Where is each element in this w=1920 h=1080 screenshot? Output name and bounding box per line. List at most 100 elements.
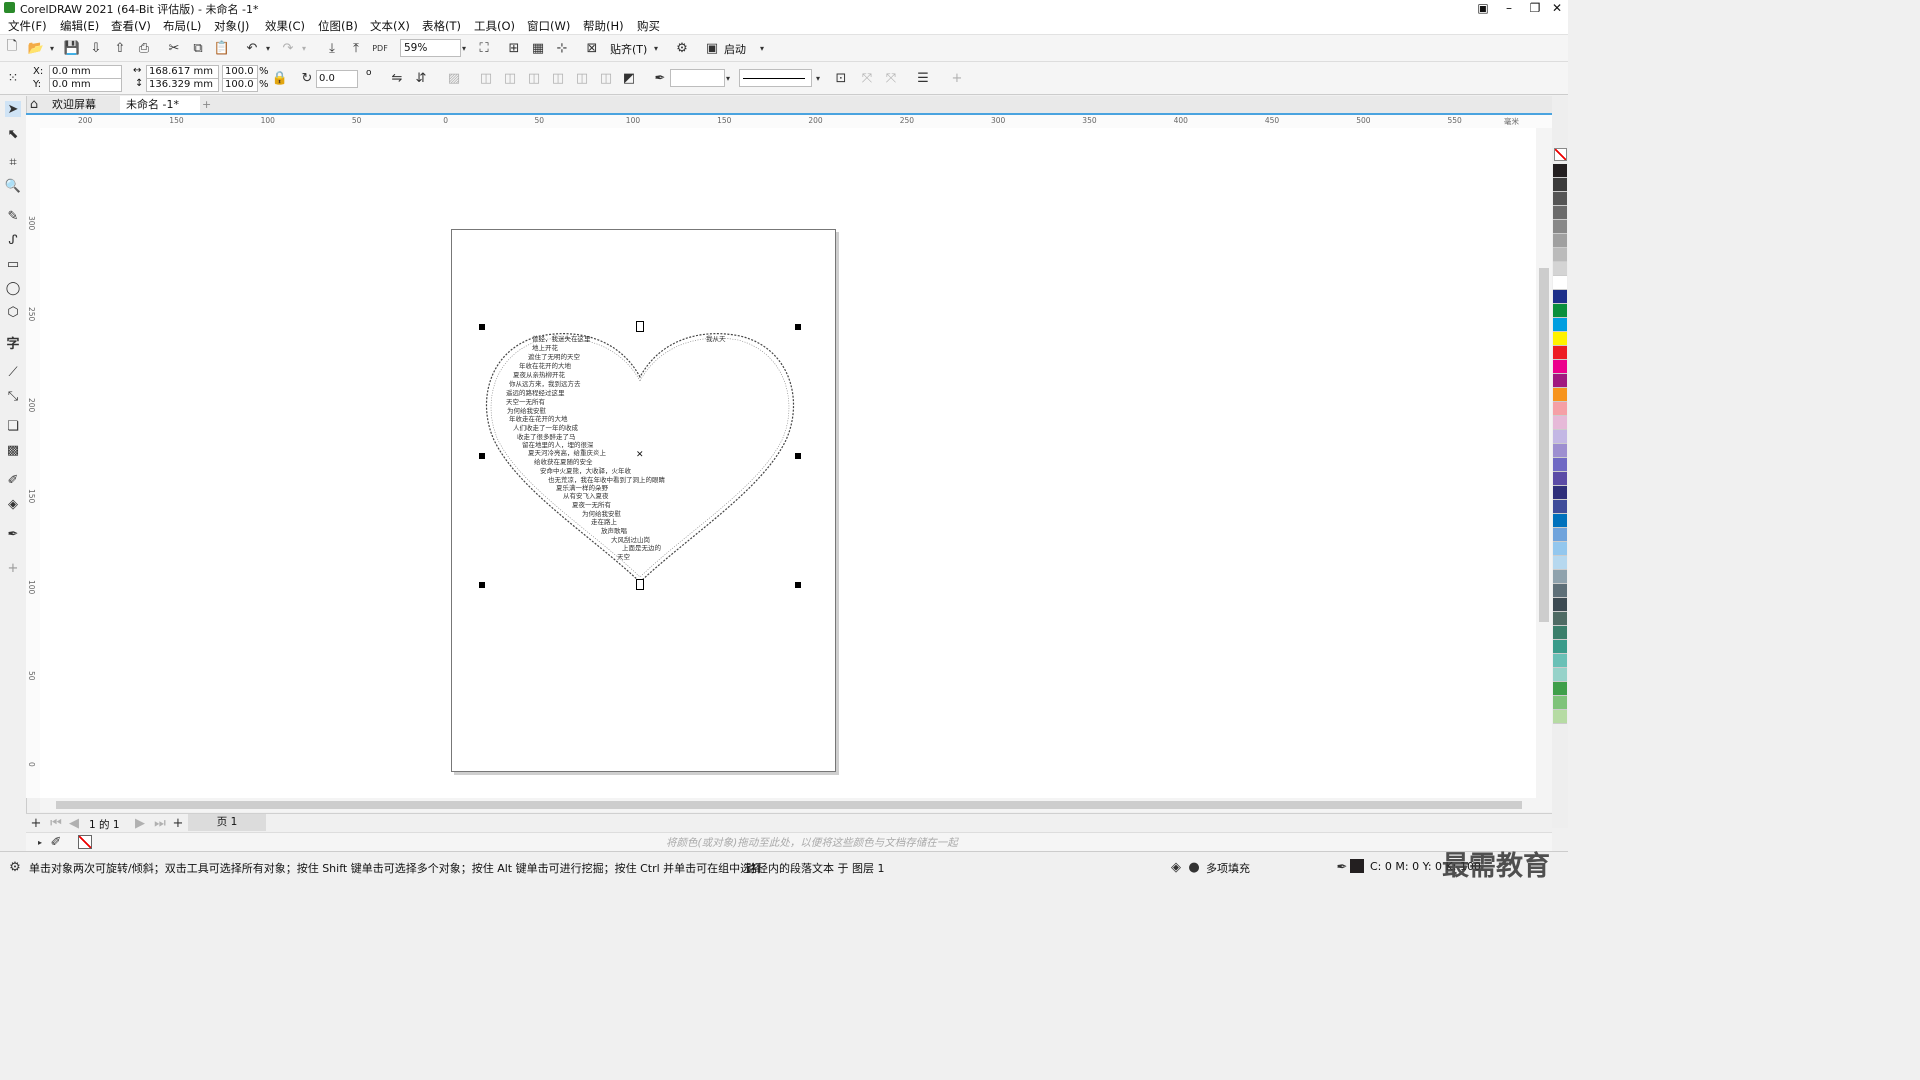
break-apart-icon[interactable]: ⤧ (883, 70, 899, 86)
fill-swatch-icon[interactable]: ● (1186, 859, 1202, 875)
selection-handle[interactable] (479, 324, 485, 330)
scale-width-field[interactable]: 100.0 (222, 65, 258, 79)
palette-swatch[interactable] (1553, 374, 1567, 388)
last-page-icon[interactable]: ⏭ (152, 815, 168, 831)
palette-swatch[interactable] (1553, 416, 1567, 430)
menu-file[interactable]: 文件(F) (8, 18, 47, 34)
outline-color-swatch[interactable] (1350, 859, 1364, 873)
horizontal-scroll-thumb[interactable] (56, 801, 1522, 809)
show-grid-icon[interactable]: ▦ (530, 40, 546, 56)
palette-swatch[interactable] (1553, 598, 1567, 612)
rotate-icon[interactable]: ↻ (299, 70, 315, 86)
zoom-tool-icon[interactable]: 🔍 (5, 178, 21, 194)
page-tab[interactable]: 页 1 (188, 814, 266, 831)
zoom-level-select[interactable]: 59% (400, 39, 461, 57)
add-more-icon[interactable]: + (949, 70, 965, 86)
undo-icon[interactable]: ↶ (244, 40, 260, 56)
palette-swatch[interactable] (1553, 486, 1567, 500)
text-start-handle[interactable] (636, 321, 644, 332)
copy-icon[interactable]: ⧉ (190, 40, 206, 56)
snap-to-button[interactable]: 贴齐(T) (610, 41, 647, 57)
crop-tool-icon[interactable]: ⌗ (5, 154, 21, 170)
palette-swatch[interactable] (1553, 234, 1567, 248)
cloud-upload-icon[interactable]: ⇧ (112, 40, 128, 56)
scale-height-field[interactable]: 100.0 (222, 78, 258, 92)
menu-layout[interactable]: 布局(L) (163, 18, 201, 34)
ellipse-tool-icon[interactable]: ◯ (5, 280, 21, 296)
palette-swatch[interactable] (1553, 290, 1567, 304)
palette-swatch[interactable] (1553, 710, 1567, 724)
launch-icon[interactable]: ▣ (704, 40, 720, 56)
palette-swatch[interactable] (1553, 528, 1567, 542)
account-icon[interactable]: ▣ (1470, 0, 1496, 16)
print-icon[interactable]: ⎙ (136, 40, 152, 56)
palette-swatch[interactable] (1553, 192, 1567, 206)
add-page-before-icon[interactable]: + (28, 815, 44, 831)
vertical-scroll-thumb[interactable] (1539, 268, 1549, 622)
previous-page-icon[interactable]: ◀ (66, 815, 82, 831)
cut-icon[interactable]: ✂ (166, 40, 182, 56)
palette-swatch[interactable] (1553, 318, 1567, 332)
palette-swatch[interactable] (1553, 556, 1567, 570)
menu-window[interactable]: 窗口(W) (527, 18, 570, 34)
drop-shadow-tool-icon[interactable]: ❏ (5, 418, 21, 434)
outline-width-select[interactable] (670, 69, 725, 87)
palette-swatch[interactable] (1553, 542, 1567, 556)
full-screen-icon[interactable]: ⛶ (476, 40, 492, 56)
show-guidelines-icon[interactable]: ⊹ (554, 40, 570, 56)
transparency-tool-icon[interactable]: ▩ (5, 442, 21, 458)
palette-swatch[interactable] (1553, 570, 1567, 584)
palette-swatch[interactable] (1553, 262, 1567, 276)
add-tab-button[interactable]: + (196, 96, 217, 113)
create-boundary-icon[interactable]: ◩ (621, 70, 637, 86)
outline-pen-icon[interactable]: ✒ (652, 70, 668, 86)
palette-swatch[interactable] (1553, 696, 1567, 710)
new-document-icon[interactable]: 🗋 (4, 39, 20, 56)
no-color-swatch[interactable] (78, 835, 92, 849)
redo-dropdown-icon[interactable]: ▾ (296, 40, 312, 56)
wrap-text-icon[interactable]: ⤧ (859, 70, 875, 86)
tab-welcome-screen[interactable]: 欢迎屏幕 (46, 96, 102, 113)
palette-swatch[interactable] (1553, 332, 1567, 346)
align-distribute-icon[interactable]: ☰ (915, 70, 931, 86)
text-tool-icon[interactable]: 字 (5, 334, 21, 352)
connector-tool-icon[interactable]: ⤡ (5, 388, 21, 404)
freehand-tool-icon[interactable]: ✎ (5, 208, 21, 224)
width-field[interactable]: 168.617 mm (146, 65, 219, 79)
undo-dropdown-icon[interactable]: ▾ (260, 40, 276, 56)
palette-swatch[interactable] (1553, 668, 1567, 682)
weld-icon[interactable]: ◫ (478, 70, 494, 86)
menu-tools[interactable]: 工具(O) (474, 18, 515, 34)
palette-swatch[interactable] (1553, 402, 1567, 416)
import-icon[interactable]: ⤓ (324, 40, 340, 56)
menu-buy[interactable]: 购买 (637, 18, 660, 34)
outline-width-dropdown-icon[interactable]: ▾ (720, 70, 736, 86)
selection-handle[interactable] (479, 582, 485, 588)
paste-icon[interactable]: 📋 (214, 40, 230, 56)
save-icon[interactable]: 💾 (64, 40, 80, 56)
palette-swatch[interactable] (1553, 346, 1567, 360)
y-position-field[interactable]: 0.0 mm (49, 78, 122, 92)
expand-arrow-icon[interactable]: ▸ (32, 834, 48, 850)
convert-to-curves-icon[interactable]: ⊡ (833, 70, 849, 86)
menu-effects[interactable]: 效果(C) (265, 18, 305, 34)
first-page-icon[interactable]: ⏮ (48, 815, 64, 831)
menu-bitmap[interactable]: 位图(B) (318, 18, 358, 34)
zoom-dropdown-icon[interactable]: ▾ (456, 40, 472, 56)
trim-icon[interactable]: ◫ (502, 70, 518, 86)
selection-handle[interactable] (479, 453, 485, 459)
parallel-dimension-tool-icon[interactable]: ⟋ (5, 364, 21, 380)
intersect-icon[interactable]: ◫ (526, 70, 542, 86)
front-minus-back-icon[interactable]: ◫ (574, 70, 590, 86)
launch-dropdown-icon[interactable]: ▾ (754, 40, 770, 56)
selection-handle[interactable] (795, 453, 801, 459)
height-field[interactable]: 136.329 mm (146, 78, 219, 92)
lock-ratio-icon[interactable]: 🔒 (272, 70, 288, 86)
palette-swatch[interactable] (1553, 682, 1567, 696)
close-button[interactable]: ✕ (1544, 0, 1570, 16)
menu-table[interactable]: 表格(T) (422, 18, 461, 34)
mirror-horizontal-icon[interactable]: ⇋ (389, 70, 405, 86)
text-end-handle[interactable] (636, 579, 644, 590)
settings-gear-icon[interactable]: ⚙ (7, 859, 23, 875)
open-folder-icon[interactable]: 📂 (28, 40, 44, 56)
